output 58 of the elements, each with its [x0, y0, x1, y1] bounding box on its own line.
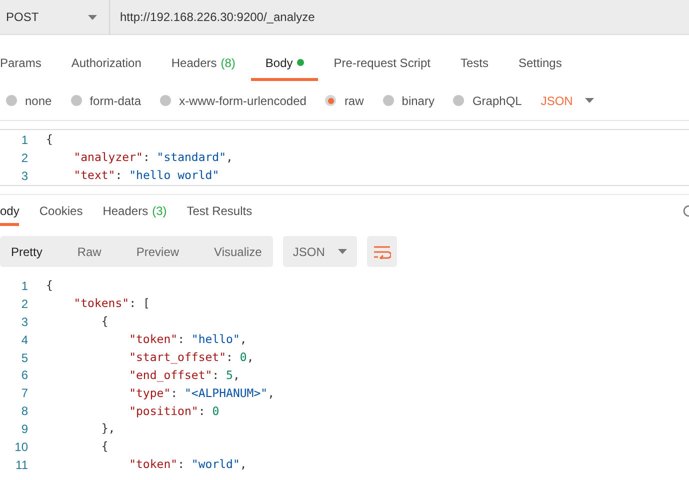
request-tab[interactable]: Params [0, 47, 42, 81]
line-number: 2 [20, 296, 28, 313]
code-line: { [46, 277, 53, 294]
request-tab[interactable]: Tests [460, 47, 488, 81]
line-number: 8 [20, 403, 28, 420]
request-tab[interactable]: Settings [518, 47, 562, 81]
code-line: "end_offset": 5, [128, 366, 240, 384]
code-line: "analyzer": "standard", [72, 149, 233, 166]
body-type-radio[interactable]: raw [325, 92, 364, 110]
line-number: 10 [14, 438, 28, 456]
format-dropdown[interactable]: JSON [282, 236, 357, 267]
code-line: "text": "hello world" [72, 167, 220, 184]
body-type-radio[interactable]: x-www-form-urlencoded [160, 92, 306, 110]
code-line: "token": "world", [128, 456, 247, 474]
wrap-lines-button[interactable] [366, 236, 397, 267]
response-tab[interactable]: Headers (3) [102, 198, 167, 226]
code-line: { [46, 131, 53, 148]
line-number: 2 [20, 150, 28, 167]
url-field[interactable]: http://192.168.226.30:9200/_analyze [110, 0, 689, 34]
body-type-radio[interactable]: none [6, 92, 52, 110]
wrap-icon [372, 244, 391, 258]
code-line: }, [100, 420, 116, 438]
request-tab[interactable]: Body [251, 47, 318, 81]
code-line: "tokens": [ [72, 295, 150, 312]
code-line: "type": "<ALPHANUM>", [128, 384, 275, 402]
view-mode-tab[interactable]: Raw [66, 236, 112, 267]
code-line: { [100, 313, 108, 330]
response-tab[interactable]: ody [0, 198, 20, 226]
line-number: 4 [20, 332, 28, 349]
response-tab[interactable]: Cookies [39, 198, 83, 226]
code-line: { [100, 438, 108, 456]
line-number: 1 [20, 132, 28, 149]
code-line: "token": "hello", [128, 330, 247, 348]
view-mode-tab[interactable]: Visualize [203, 236, 273, 267]
caret-icon [584, 98, 594, 103]
view-mode-tab[interactable]: Pretty [0, 236, 54, 267]
line-number: 9 [20, 421, 28, 438]
method-dropdown[interactable]: POST [0, 0, 110, 34]
body-type-radio[interactable]: form-data [70, 92, 142, 110]
view-mode-tab[interactable]: Preview [125, 236, 190, 267]
request-tab[interactable]: Pre-request Script [334, 47, 430, 81]
line-number: 1 [20, 278, 28, 295]
code-line: "position": 0 [128, 402, 220, 420]
caret-icon [338, 249, 347, 254]
caret-icon [88, 14, 97, 20]
line-number: 7 [20, 385, 28, 402]
response-tab[interactable]: Test Results [186, 198, 252, 226]
code-line: "start_offset": 0, [128, 348, 254, 366]
request-tab[interactable]: Headers (8) [171, 47, 236, 81]
request-tab[interactable]: Authorization [71, 47, 142, 81]
line-number: 11 [14, 456, 28, 474]
line-number: 6 [20, 367, 28, 384]
line-number: 5 [20, 350, 28, 367]
line-number: 3 [20, 314, 28, 331]
body-type-radio[interactable]: binary [382, 92, 434, 110]
body-type-radio[interactable]: GraphQL [453, 92, 522, 110]
request-editor[interactable]: 1 { 2 "analyzer": "standard", 3 "text": "hello world" [0, 129, 689, 186]
line-number: 3 [20, 168, 28, 185]
